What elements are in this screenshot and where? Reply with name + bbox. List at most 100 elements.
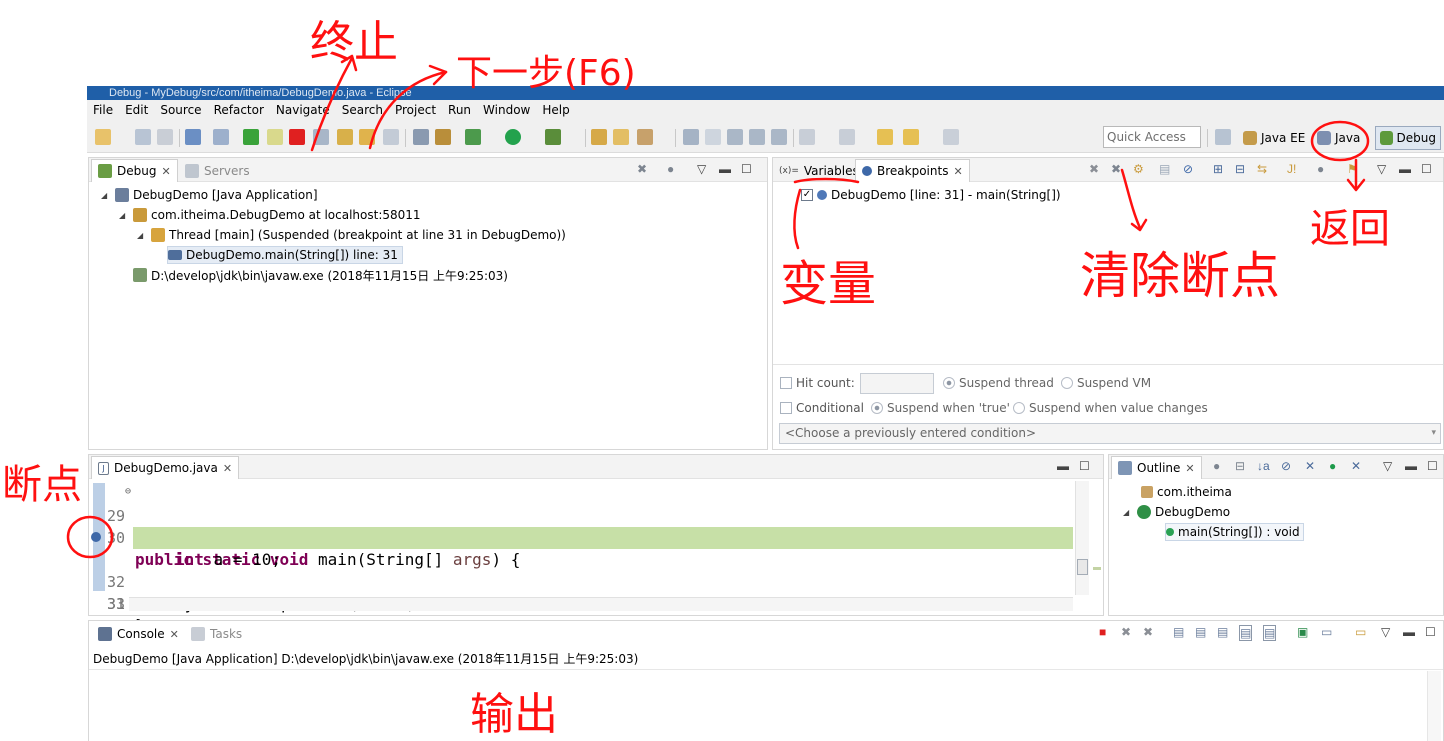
close-icon[interactable]: ✕: [170, 628, 179, 641]
drop-to-frame-icon[interactable]: [413, 129, 429, 145]
forward-icon[interactable]: [943, 129, 959, 145]
vertical-scrollbar[interactable]: [1075, 481, 1089, 595]
terminate-icon[interactable]: ■: [1099, 625, 1106, 639]
coverage-icon[interactable]: [545, 129, 561, 145]
disconnect-icon[interactable]: [313, 129, 329, 145]
close-icon[interactable]: ✕: [161, 165, 170, 178]
open-perspective-icon[interactable]: [1215, 129, 1231, 145]
open-console-icon[interactable]: [185, 129, 201, 145]
outline-class[interactable]: ◢ DebugDemo: [1123, 503, 1230, 521]
view-menu-icon[interactable]: ▽: [1377, 162, 1386, 176]
show-on-stderr-icon[interactable]: ▤: [1263, 625, 1277, 641]
suspend-thread-radio[interactable]: [943, 377, 955, 389]
remove-all-breakpoints-icon[interactable]: ✖: [1111, 162, 1121, 176]
maximize-icon[interactable]: ☐: [1421, 162, 1432, 176]
close-icon[interactable]: ✕: [1185, 462, 1194, 475]
minimize-icon[interactable]: ▬: [1057, 459, 1069, 473]
exception-breakpoint-icon[interactable]: J!: [1287, 162, 1296, 176]
suspend-true-radio[interactable]: [871, 402, 883, 414]
tree-debug-target[interactable]: ◢ com.itheima.DebugDemo at localhost:580…: [119, 206, 421, 224]
last-edit-icon[interactable]: [877, 129, 893, 145]
go-to-file-icon[interactable]: ▤: [1159, 162, 1170, 176]
use-step-filters-icon[interactable]: [435, 129, 451, 145]
menu-navigate[interactable]: Navigate: [270, 100, 336, 121]
code-line-31[interactable]: 31 int b = 20;: [89, 527, 1073, 657]
suspend-icon[interactable]: [267, 129, 283, 145]
tab-servers[interactable]: Servers: [179, 159, 256, 182]
hide-fields-icon[interactable]: ⊘: [1281, 459, 1291, 473]
outline-method[interactable]: main(String[]) : void: [1165, 523, 1304, 541]
view-menu-icon[interactable]: ▽: [1383, 459, 1392, 473]
menu-source[interactable]: Source: [154, 100, 207, 121]
show-whitespace-icon[interactable]: [771, 129, 787, 145]
tab-debugdemo-java[interactable]: J DebugDemo.java ✕: [91, 456, 240, 479]
previous-annotation-icon[interactable]: [839, 129, 855, 145]
save-icon[interactable]: [135, 129, 151, 145]
terminate-icon[interactable]: [289, 129, 305, 145]
conditional-checkbox[interactable]: [780, 402, 792, 414]
code-line-29[interactable]: 29 ⊖ public static void main(String[] ar…: [89, 481, 1071, 569]
suspend-vm-option[interactable]: Suspend VM: [1061, 374, 1151, 392]
suspend-changes-radio[interactable]: [1013, 402, 1025, 414]
dropdown-arrow-icon[interactable]: ▾: [1431, 424, 1436, 443]
open-type-icon[interactable]: [613, 129, 629, 145]
remove-terminated-icon[interactable]: ✖: [637, 162, 647, 176]
hit-count-checkbox[interactable]: [780, 377, 792, 389]
search-icon[interactable]: [637, 129, 653, 145]
menu-refactor[interactable]: Refactor: [208, 100, 270, 121]
scroll-thumb[interactable]: [1077, 559, 1088, 575]
block-selection-icon[interactable]: [749, 129, 765, 145]
collapse-icon[interactable]: ◢: [1123, 508, 1133, 517]
tab-variables[interactable]: (x)= Variables: [773, 159, 865, 182]
close-icon[interactable]: ✕: [223, 462, 232, 475]
maximize-icon[interactable]: ☐: [1079, 459, 1090, 473]
word-wrap-icon[interactable]: ▤: [1217, 625, 1228, 639]
tree-stack-frame[interactable]: DebugDemo.main(String[]) line: 31: [167, 246, 403, 264]
new-icon[interactable]: [95, 129, 111, 145]
breakpoint-entry[interactable]: ✓ DebugDemo [line: 31] - main(String[]): [801, 186, 1061, 204]
view-menu-icon[interactable]: ▽: [1381, 625, 1390, 639]
console-scrollbar[interactable]: [1427, 671, 1441, 741]
view-menu-icon[interactable]: ▽: [697, 162, 706, 176]
maximize-icon[interactable]: ☐: [1425, 625, 1436, 639]
maximize-icon[interactable]: ☐: [741, 162, 752, 176]
code-line-30[interactable]: 30 int a = 10;: [89, 505, 1071, 569]
outline-package[interactable]: com.itheima: [1141, 483, 1232, 501]
tab-debug[interactable]: Debug ✕: [91, 159, 178, 182]
minimize-icon[interactable]: ▬: [1405, 459, 1417, 473]
collapse-icon[interactable]: ◢: [119, 211, 129, 220]
open-console-icon[interactable]: ▭: [1355, 625, 1366, 639]
close-icon[interactable]: ✕: [953, 165, 962, 178]
tree-process[interactable]: D:\develop\jdk\bin\javaw.exe (2018年11月15…: [133, 266, 508, 284]
toggle-mark-icon[interactable]: [727, 129, 743, 145]
save-all-icon[interactable]: [157, 129, 173, 145]
tab-breakpoints[interactable]: Breakpoints ✕: [855, 159, 970, 182]
pen-icon[interactable]: [705, 129, 721, 145]
breakpoint-marker-icon[interactable]: [91, 532, 101, 542]
tree-thread[interactable]: ◢ Thread [main] (Suspended (breakpoint a…: [137, 226, 566, 244]
horizontal-scrollbar[interactable]: [129, 597, 1073, 611]
step-into-icon[interactable]: [337, 129, 353, 145]
collapse-all-icon[interactable]: ⊟: [1235, 162, 1245, 176]
clear-console-icon[interactable]: ▤: [1173, 625, 1184, 639]
condition-combo[interactable]: <Choose a previously entered condition> …: [779, 423, 1441, 444]
tab-console[interactable]: Console ✕: [91, 622, 186, 645]
import-icon[interactable]: ⚑: [1347, 162, 1358, 176]
step-over-icon[interactable]: [359, 129, 375, 145]
fold-icon[interactable]: ⊖: [125, 481, 131, 503]
minimize-icon[interactable]: ▬: [1399, 162, 1411, 176]
menu-file[interactable]: File: [87, 100, 119, 121]
next-annotation-icon[interactable]: [799, 129, 815, 145]
quick-access-input[interactable]: Quick Access: [1103, 126, 1201, 148]
tab-tasks[interactable]: Tasks: [185, 622, 248, 645]
conditional-option[interactable]: Conditional: [780, 399, 864, 417]
hide-nonpublic-icon[interactable]: ●: [1329, 459, 1336, 473]
options-icon[interactable]: ●: [667, 162, 674, 176]
perspective-java-ee[interactable]: Java EE: [1239, 126, 1309, 150]
resume-icon[interactable]: [243, 129, 259, 145]
menu-window[interactable]: Window: [477, 100, 536, 121]
menu-run[interactable]: Run: [442, 100, 477, 121]
collapse-icon[interactable]: ◢: [137, 231, 147, 240]
run-icon[interactable]: [505, 129, 521, 145]
skip-all-icon[interactable]: ⊘: [1183, 162, 1193, 176]
